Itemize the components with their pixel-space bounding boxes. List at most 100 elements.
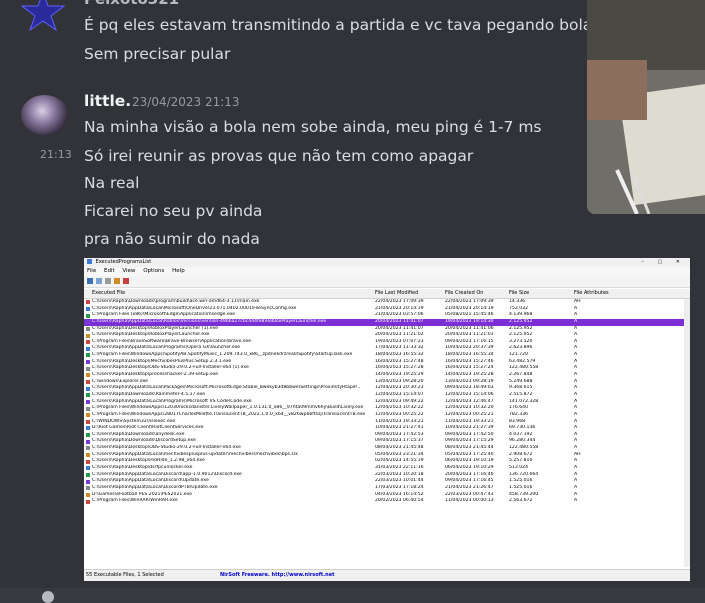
save-icon[interactable] xyxy=(87,278,93,284)
table-header: Executed File File Last Modified File Cr… xyxy=(84,289,690,299)
image-attachment[interactable] xyxy=(587,0,705,214)
app-icon xyxy=(87,259,92,264)
column-created-on[interactable]: File Created On xyxy=(445,289,505,298)
table-row[interactable]: C:\Users\Rapha\AppData\Local\Programs\Mi… xyxy=(84,399,684,406)
file-icon xyxy=(86,386,90,391)
cell-last-modified: 20/02/2023 06:40:54 xyxy=(375,498,424,504)
message-text: Ficarei no seu pv ainda xyxy=(84,202,263,220)
screenshot-attachment[interactable]: ExecutedProgramsList – ▢ ✕ File Edit Vie… xyxy=(84,258,690,581)
copy-icon[interactable] xyxy=(96,278,102,284)
file-icon xyxy=(86,366,90,371)
file-icon xyxy=(86,340,90,345)
message-date: 23/04/2023 21:13 xyxy=(132,95,240,109)
table-row[interactable]: C:\Users\Rapha\Desktop\RobloxPlayerLaunc… xyxy=(84,332,684,339)
message-text: Sem precisar pular xyxy=(84,45,231,63)
file-icon xyxy=(86,360,90,365)
cell-file-attributes: A xyxy=(574,498,578,504)
menu-help[interactable]: Help xyxy=(172,268,185,274)
file-icon xyxy=(86,433,90,438)
table-row[interactable]: C:\Users\Rapha\Desktop\RobloxPlayerLaunc… xyxy=(84,326,684,333)
message-timestamp: 21:13 xyxy=(40,148,72,161)
column-executed-file[interactable]: Executed File xyxy=(92,289,367,298)
file-icon xyxy=(86,326,90,331)
table-row[interactable]: C:\Users\Rapha\Downloads\Rainmeter-4.5.1… xyxy=(84,392,684,399)
cell-created-on: 11/04/2023 00:00:13 xyxy=(445,498,494,504)
table-row[interactable]: C:\Users\Rapha\AppData\Local\Roblox\Vers… xyxy=(84,318,684,326)
message-input-area[interactable] xyxy=(0,588,705,603)
table-row[interactable]: C:\Program Files\WinRAR\WinRAR.exe 20/02/… xyxy=(84,498,684,505)
cell-executed-file: C:\Program Files\WinRAR\WinRAR.exe xyxy=(92,498,178,504)
table-row[interactable]: C:\Users\Rapha\Desktop\processhacker-2.3… xyxy=(84,372,684,379)
file-icon xyxy=(86,459,90,464)
file-icon xyxy=(86,393,90,398)
table-row[interactable]: C:\Program Files\WindowsApps\SpotifyAB.S… xyxy=(84,352,684,359)
table-row[interactable]: C:\Users\Rapha\Desktop\HidHide_1.2.98_x6… xyxy=(84,458,684,465)
table-row[interactable]: C:\Users\Rapha\AppData\Local\Packages\Mi… xyxy=(84,385,684,392)
table-row[interactable]: C:\Users\Rapha\AppData\Local\Programs\Op… xyxy=(84,345,684,352)
add-attachment-icon[interactable] xyxy=(42,591,54,603)
table-row[interactable]: C:\Users\Rapha\AppData\Local\Microsoft\O… xyxy=(84,306,684,313)
toolbar xyxy=(84,276,690,288)
menu-edit[interactable]: Edit xyxy=(104,268,115,274)
properties-icon[interactable] xyxy=(105,278,111,284)
menu-file[interactable]: File xyxy=(87,268,96,274)
table-row[interactable]: C:\Users\Rapha\Downloads\DiscordSetup.ex… xyxy=(84,438,684,445)
window-controls: – ▢ ✕ xyxy=(641,259,686,265)
table-row[interactable]: D:\Riot Games\Riot Client\RiotClientServ… xyxy=(84,425,684,432)
file-icon xyxy=(86,306,90,311)
table-row[interactable]: C:\Users\Rapha\AppData\Local\Discord\app… xyxy=(84,472,684,479)
html-report-icon[interactable] xyxy=(114,278,120,284)
status-bar: 55 Executable Files, 1 Selected NirSoft … xyxy=(84,569,690,581)
file-icon xyxy=(86,379,90,384)
menu-options[interactable]: Options xyxy=(143,268,164,274)
table-row[interactable]: C:\Users\Rapha\Downloads\program\build\a… xyxy=(84,299,684,306)
file-icon xyxy=(86,446,90,451)
file-icon xyxy=(86,313,90,318)
avatar[interactable] xyxy=(21,95,68,135)
table-row[interactable]: C:\windows\Explorer.exe 13/04/2023 09:28:… xyxy=(84,379,684,386)
message-text: Na minha visão a bola nem sobe ainda, me… xyxy=(84,118,542,136)
vertical-scrollbar[interactable] xyxy=(684,299,690,567)
file-icon xyxy=(86,492,90,497)
column-file-attributes[interactable]: File Attributes xyxy=(574,289,634,298)
table-row[interactable]: C:\Program Files (x86)\Microsoft\Edge\Ap… xyxy=(84,312,684,319)
status-count: 55 Executable Files, 1 Selected xyxy=(86,572,164,578)
table-row[interactable]: C:\Program Files\WindowsApps\28017Charle… xyxy=(84,412,684,419)
table-body: C:\Users\Rapha\Downloads\program\build\a… xyxy=(84,299,684,567)
file-icon xyxy=(86,399,90,404)
message-text: Só irei reunir as provas que não tem com… xyxy=(84,147,474,165)
column-last-modified[interactable]: File Last Modified xyxy=(375,289,435,298)
table-row[interactable]: C:\Users\Rapha\Desktop\OBS-Studio-29.0.2… xyxy=(84,365,684,372)
table-row[interactable]: C:\Users\Rapha\Desktop\iMechvibesPlusPlu… xyxy=(84,359,684,366)
username[interactable]: little. xyxy=(84,92,131,110)
file-icon xyxy=(86,479,90,484)
table-row[interactable]: C:\Users\Rapha\Desktop\dsrfpcunlocker.ex… xyxy=(84,465,684,472)
cell-file-size: 2.563.672 xyxy=(509,498,533,504)
table-row[interactable]: C:\Users\Rapha\AppData\Local\DiscordPTB\… xyxy=(84,485,684,492)
file-icon xyxy=(86,373,90,378)
column-file-size[interactable]: File Size xyxy=(509,289,569,298)
table-row[interactable]: C:\Users\Rapha\AppData\Local\mechvibespl… xyxy=(84,452,684,459)
table-row[interactable]: C:\Program Files\BraveSoftware\Brave-Bro… xyxy=(84,339,684,346)
file-icon xyxy=(86,406,90,411)
avatar-star-icon[interactable] xyxy=(20,0,66,32)
exit-icon[interactable] xyxy=(123,278,129,284)
file-icon xyxy=(86,486,90,491)
table-row[interactable]: C:\Users\Rapha\AppData\Local\Discord\Upd… xyxy=(84,478,684,485)
file-icon xyxy=(86,472,90,477)
table-row[interactable]: C:\Users\Rapha\Desktop\OBS-Studio-29.0.2… xyxy=(84,445,684,452)
message-text: É pq eles estavam transmitindo a partida… xyxy=(84,16,623,34)
file-icon xyxy=(86,353,90,358)
table-row[interactable]: C:\Program Files\WindowsApps\12030rocksd… xyxy=(84,405,684,412)
menu-bar: File Edit View Options Help xyxy=(84,267,690,276)
table-row[interactable]: C:\WINDOWS\System32\nsiexec.exe 11/04/202… xyxy=(84,419,684,426)
table-row[interactable]: C:\Users\Rapha\Downloads\anydesk.exe 09/0… xyxy=(84,432,684,439)
message-text: pra não sumir do nada xyxy=(84,230,260,248)
top-username-partial[interactable]: Peixoto321 xyxy=(84,0,179,8)
window-titlebar: ExecutedProgramsList – ▢ ✕ xyxy=(84,258,690,267)
table-row[interactable]: D:\Games\eFootball PES 2021\PES2021.exe 0… xyxy=(84,492,684,499)
file-icon xyxy=(86,426,90,431)
menu-view[interactable]: View xyxy=(122,268,135,274)
status-credit[interactable]: NirSoft Freeware. http://www.nirsoft.net xyxy=(220,570,335,581)
window-title: ExecutedProgramsList xyxy=(95,259,152,265)
